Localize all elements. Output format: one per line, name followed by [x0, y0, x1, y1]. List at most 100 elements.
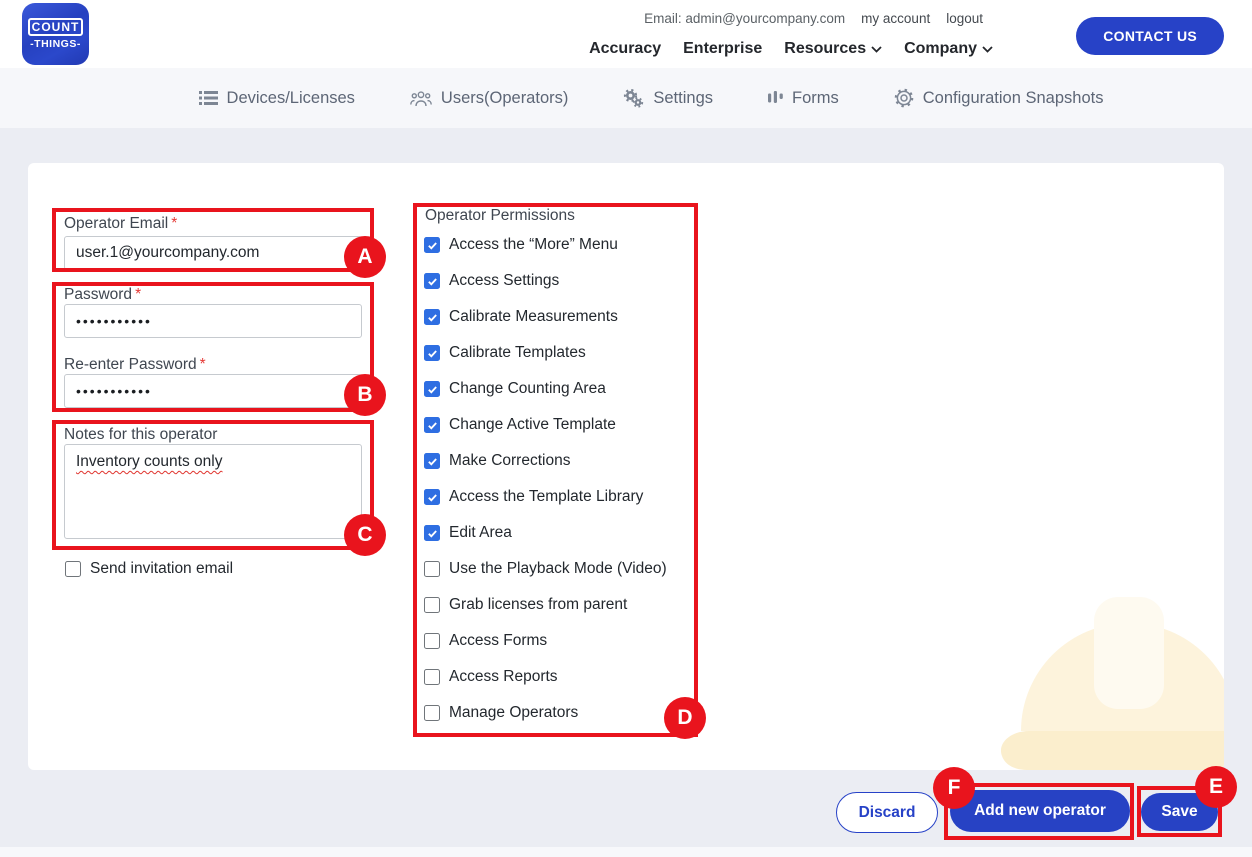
tab-label: Devices/Licenses: [226, 88, 355, 107]
nav-item-label: Resources: [784, 40, 867, 57]
account-row: Email: admin@yourcompany.com my account …: [644, 11, 983, 26]
permission-checkbox[interactable]: [424, 597, 440, 613]
tab-users-operators[interactable]: Users(Operators): [410, 89, 568, 108]
password-label: Password *: [64, 286, 142, 303]
tab-settings[interactable]: Settings: [623, 88, 713, 108]
permission-label: Make Corrections: [449, 452, 571, 469]
countthings-operator-page: COUNT -THINGS- Email: admin@yourcompany.…: [0, 0, 1252, 857]
permission-row: Access the Template Library: [424, 479, 714, 515]
permission-row: Change Counting Area: [424, 371, 714, 407]
required-asterisk: *: [171, 215, 178, 232]
permission-row: Use the Playback Mode (Video): [424, 551, 714, 587]
permissions-title: Operator Permissions: [425, 207, 575, 224]
notes-text: Inventory counts only: [76, 453, 223, 470]
permission-label: Change Counting Area: [449, 380, 606, 397]
permission-checkbox[interactable]: [424, 561, 440, 577]
nav-item-company[interactable]: Company: [904, 40, 993, 58]
nav-item-enterprise[interactable]: Enterprise: [683, 40, 762, 58]
permission-label: Grab licenses from parent: [449, 596, 628, 613]
permission-label: Access the “More” Menu: [449, 236, 618, 253]
forms-icon: [768, 90, 783, 106]
permission-label: Access Reports: [449, 668, 558, 685]
logo-line1: COUNT: [27, 18, 84, 36]
permission-row: Access Settings: [424, 263, 714, 299]
permission-row: Access the “More” Menu: [424, 227, 714, 263]
permission-row: Calibrate Measurements: [424, 299, 714, 335]
save-button[interactable]: Save: [1141, 793, 1218, 831]
tab-label: Configuration Snapshots: [922, 88, 1104, 107]
tab-configuration-snapshots[interactable]: Configuration Snapshots: [894, 88, 1104, 108]
permission-label: Change Active Template: [449, 416, 616, 433]
permission-checkbox[interactable]: [424, 381, 440, 397]
permission-checkbox[interactable]: [424, 273, 440, 289]
password-input[interactable]: [64, 304, 362, 338]
permission-checkbox[interactable]: [424, 705, 440, 721]
nav-item-label: Company: [904, 40, 977, 57]
permission-label: Access Settings: [449, 272, 560, 289]
required-asterisk: *: [199, 356, 206, 373]
add-new-operator-button[interactable]: Add new operator: [950, 790, 1130, 832]
permission-checkbox[interactable]: [424, 525, 440, 541]
permission-label: Access Forms: [449, 632, 548, 649]
permission-checkbox[interactable]: [424, 237, 440, 253]
tab-devices-licenses[interactable]: Devices/Licenses: [198, 88, 355, 108]
permission-checkbox[interactable]: [424, 417, 440, 433]
users-icon: [410, 90, 432, 107]
my-account-link[interactable]: my account: [861, 11, 930, 26]
gears-icon: [623, 88, 644, 108]
permission-label: Access the Template Library: [449, 488, 644, 505]
permission-row: Change Active Template: [424, 407, 714, 443]
nav-item-accuracy[interactable]: Accuracy: [589, 40, 661, 58]
permission-row: Access Reports: [424, 659, 714, 695]
operator-email-input[interactable]: [64, 236, 362, 270]
discard-button[interactable]: Discard: [836, 792, 938, 833]
permission-row: Calibrate Templates: [424, 335, 714, 371]
tab-label: Forms: [792, 88, 839, 107]
permission-row: Edit Area: [424, 515, 714, 551]
contact-us-button[interactable]: CONTACT US: [1076, 17, 1224, 55]
operator-email-label: Operator Email *: [64, 215, 178, 232]
send-invitation-label: Send invitation email: [90, 560, 234, 577]
permission-row: Manage Operators: [424, 695, 714, 731]
account-email: Email: admin@yourcompany.com: [644, 11, 846, 26]
send-invitation-row: Send invitation email: [65, 560, 233, 578]
gear-icon: [894, 88, 914, 108]
logout-link[interactable]: logout: [946, 11, 983, 26]
notes-label: Notes for this operator: [64, 426, 218, 443]
permission-row: Access Forms: [424, 623, 714, 659]
main-nav: Accuracy Enterprise Resources Company: [589, 40, 993, 58]
logo-line2: -THINGS-: [30, 38, 81, 50]
reenter-password-label: Re-enter Password *: [64, 356, 206, 373]
nav-item-label: Enterprise: [683, 40, 763, 57]
permission-row: Grab licenses from parent: [424, 587, 714, 623]
chevron-down-icon: [982, 45, 993, 53]
permission-label: Edit Area: [449, 524, 512, 541]
list-icon: [198, 90, 218, 106]
permission-checkbox[interactable]: [424, 489, 440, 505]
countthings-logo[interactable]: COUNT -THINGS-: [22, 3, 89, 65]
chevron-down-icon: [871, 45, 882, 53]
top-header: COUNT -THINGS- Email: admin@yourcompany.…: [0, 0, 1252, 68]
tab-label: Settings: [653, 88, 713, 107]
permission-checkbox[interactable]: [424, 453, 440, 469]
hard-hat-illustration: [1000, 597, 1224, 770]
permissions-list: Access the “More” Menu Access Settings Cal…: [424, 227, 714, 731]
permission-label: Use the Playback Mode (Video): [449, 560, 667, 577]
permission-checkbox[interactable]: [424, 669, 440, 685]
permission-checkbox[interactable]: [424, 345, 440, 361]
nav-item-resources[interactable]: Resources: [784, 40, 882, 58]
reenter-password-input[interactable]: [64, 374, 362, 408]
permission-label: Calibrate Measurements: [449, 308, 618, 325]
send-invitation-checkbox[interactable]: [65, 561, 81, 577]
permission-label: Calibrate Templates: [449, 344, 586, 361]
permission-row: Make Corrections: [424, 443, 714, 479]
notes-textarea[interactable]: Inventory counts only: [64, 444, 362, 539]
tab-label: Users(Operators): [440, 88, 569, 107]
nav-item-label: Accuracy: [589, 40, 662, 57]
operator-form-card: Operator Email* Password* Re-enter Passw…: [28, 163, 1224, 770]
tab-forms[interactable]: Forms: [768, 89, 839, 108]
required-asterisk: *: [135, 286, 142, 303]
permission-checkbox[interactable]: [424, 309, 440, 325]
permission-checkbox[interactable]: [424, 633, 440, 649]
permission-label: Manage Operators: [449, 704, 579, 721]
